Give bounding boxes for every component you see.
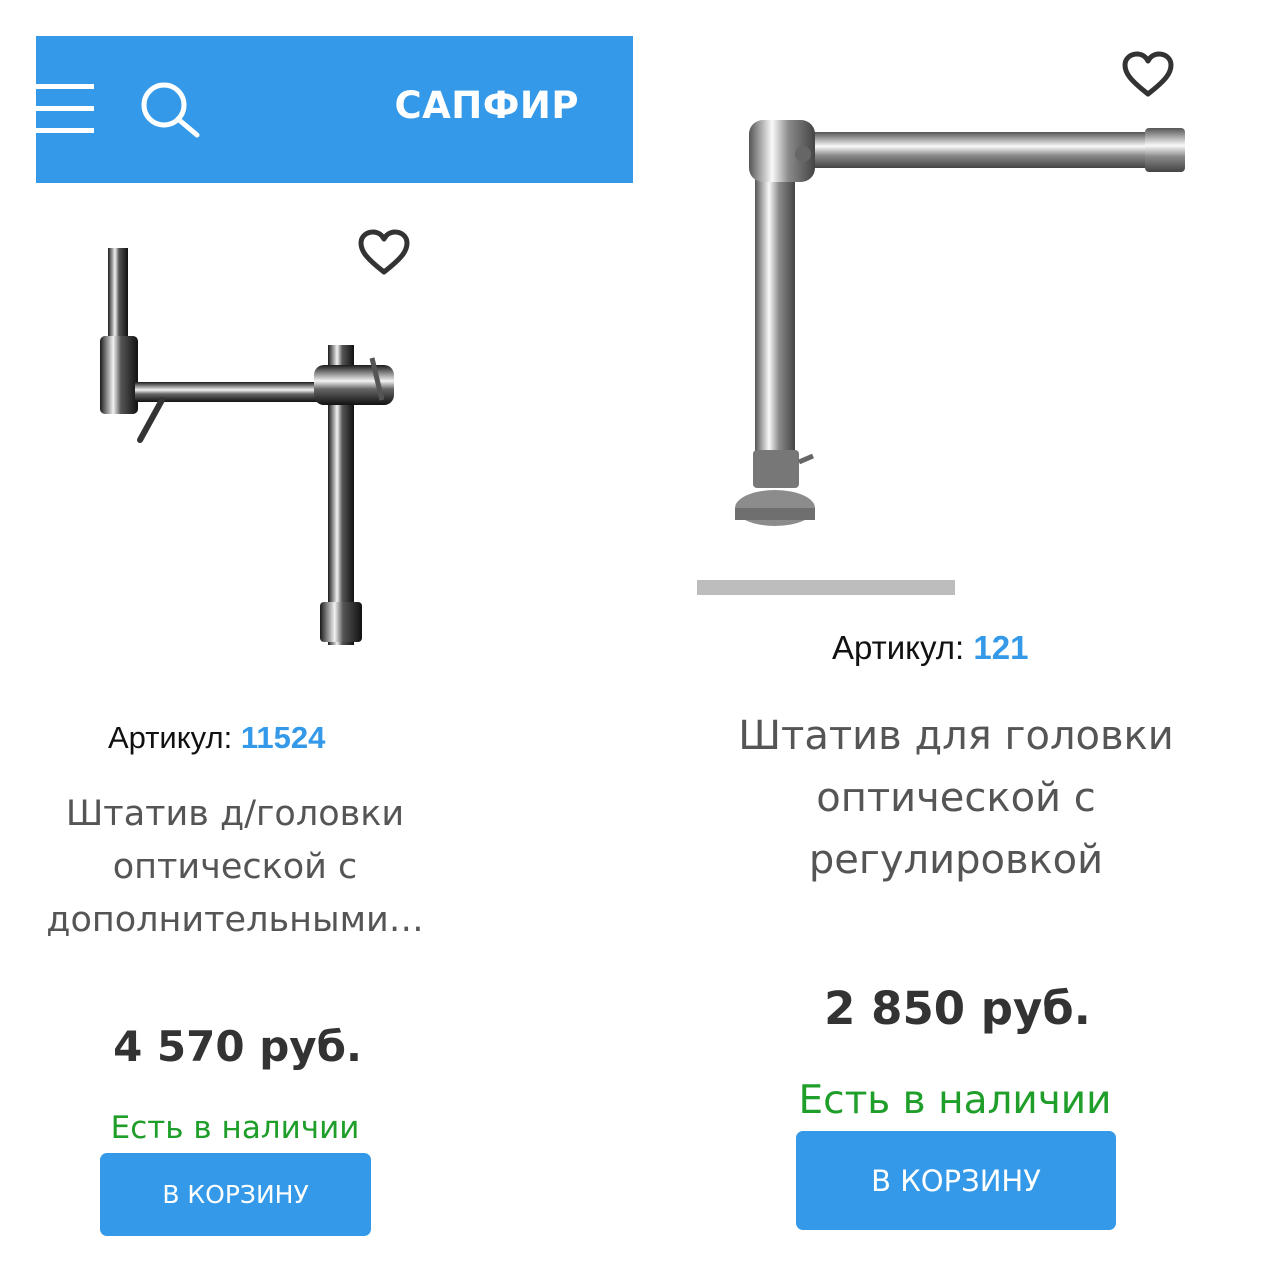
product-image[interactable] xyxy=(725,110,1195,544)
brand-logo[interactable]: САПФИР xyxy=(394,84,579,127)
search-icon[interactable] xyxy=(140,82,202,138)
favorite-heart-icon[interactable] xyxy=(1120,50,1176,102)
sku-label: Артикул: xyxy=(108,720,233,755)
stock-status: Есть в наличии xyxy=(798,1078,1112,1123)
add-to-cart-button[interactable]: В КОРЗИНУ xyxy=(796,1131,1116,1230)
title-line: Штатив д/головки xyxy=(65,794,405,834)
sku-label: Артикул: xyxy=(832,629,965,666)
product-sku: Артикул: 121 xyxy=(832,629,1028,667)
product-title[interactable]: Штатив для головки оптической с регулиро… xyxy=(700,705,1212,891)
hamburger-icon[interactable] xyxy=(36,84,94,134)
product-title[interactable]: Штатив д/головки оптической с дополнител… xyxy=(30,788,440,947)
sku-number[interactable]: 121 xyxy=(973,629,1028,666)
product-image[interactable] xyxy=(80,240,420,664)
header-bar: САПФИР xyxy=(36,36,633,183)
product-sku: Артикул: 11524 xyxy=(108,720,325,756)
title-line: оптической с xyxy=(816,775,1096,821)
add-to-cart-button[interactable]: В КОРЗИНУ xyxy=(100,1153,371,1236)
stock-status: Есть в наличии xyxy=(110,1110,360,1146)
title-line: Штатив для головки xyxy=(738,713,1174,759)
product-price: 2 850 руб. xyxy=(824,982,1091,1035)
title-line: дополнительными… xyxy=(46,900,424,940)
product-price: 4 570 руб. xyxy=(113,1022,362,1071)
scrollbar[interactable] xyxy=(697,580,955,595)
sku-number[interactable]: 11524 xyxy=(241,720,326,755)
title-line: оптической с xyxy=(112,847,358,887)
title-line: регулировкой xyxy=(808,837,1104,883)
